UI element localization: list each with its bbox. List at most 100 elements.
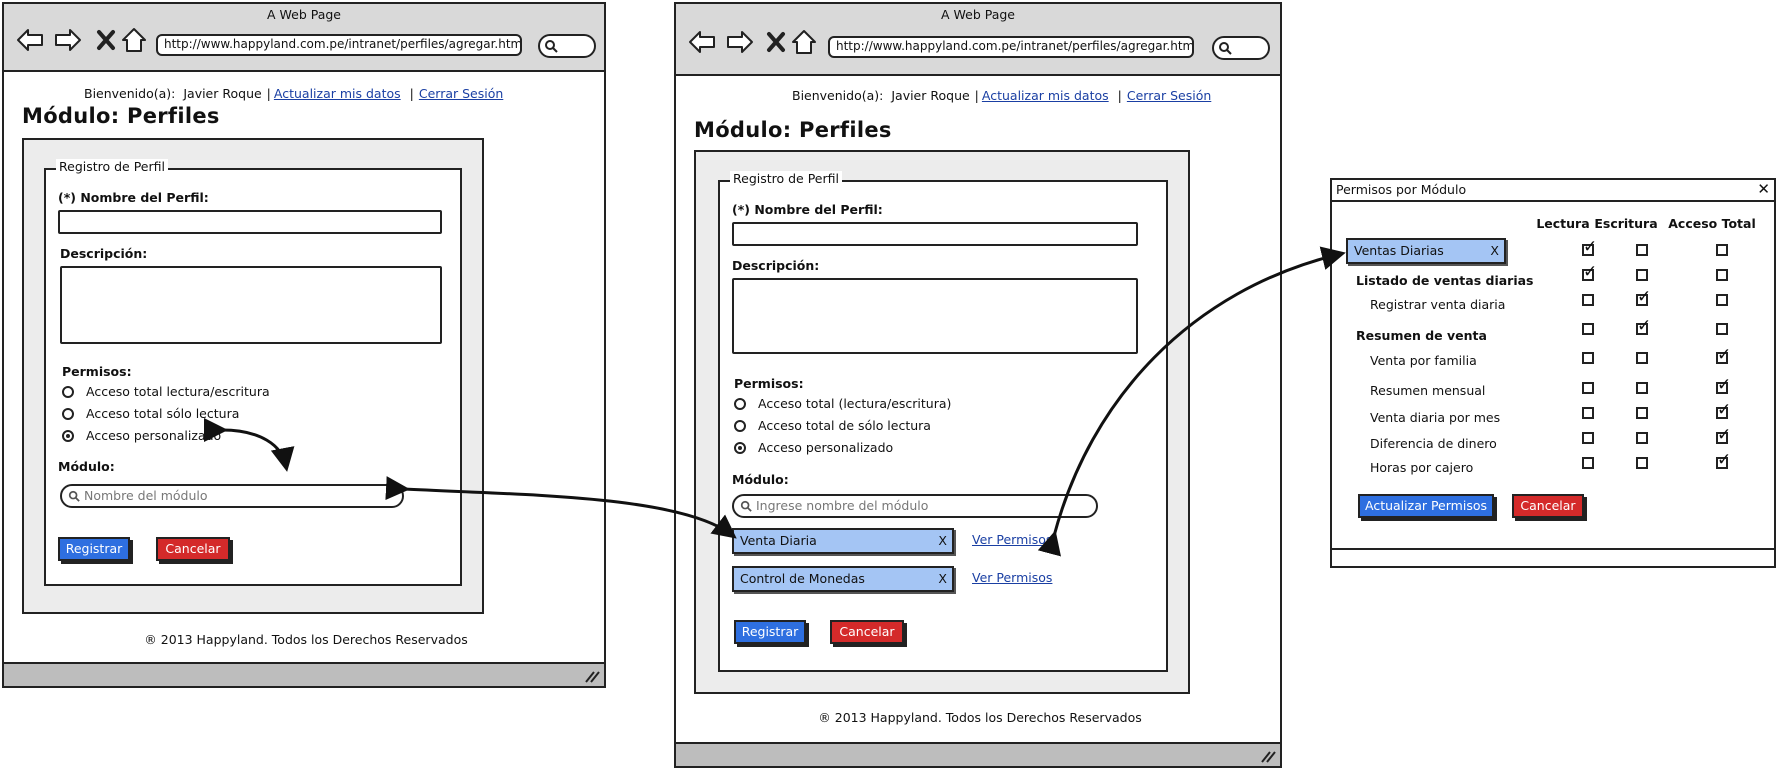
permission-checkbox-total[interactable] <box>1716 425 1731 445</box>
cancel-button[interactable]: Cancelar <box>156 537 230 561</box>
logout-link[interactable]: Cerrar Sesión <box>419 86 503 101</box>
profile-name-input[interactable] <box>58 210 442 234</box>
radio-label: Acceso personalizado <box>86 428 222 443</box>
radio-button[interactable] <box>62 385 74 398</box>
description-textarea[interactable] <box>60 266 442 344</box>
view-permissions-link[interactable]: Ver Permisos <box>972 532 1052 547</box>
radio-button-selected[interactable] <box>734 441 746 454</box>
radio-label: Acceso total (lectura/escritura) <box>758 396 952 411</box>
close-icon[interactable]: ✕ <box>1757 180 1770 198</box>
permission-checkbox-escritura[interactable] <box>1636 457 1648 469</box>
permission-checkbox-escritura[interactable] <box>1636 287 1651 307</box>
dialog-cancel-button[interactable]: Cancelar <box>1512 494 1584 518</box>
permission-checkbox-escritura[interactable] <box>1636 352 1648 364</box>
module-search-placeholder: Ingrese nombre del módulo <box>756 498 929 513</box>
update-profile-link[interactable]: Actualizar mis datos <box>274 86 401 101</box>
permission-checkbox-lectura[interactable] <box>1582 407 1594 419</box>
update-permissions-button[interactable]: Actualizar Permisos <box>1358 494 1494 518</box>
dialog-title-bar: Permisos por Módulo ✕ <box>1332 180 1774 202</box>
module-search-placeholder: Nombre del módulo <box>84 488 208 503</box>
permission-checkbox-escritura[interactable] <box>1636 269 1648 281</box>
permission-checkbox-escritura[interactable] <box>1636 244 1648 256</box>
remove-module-button[interactable]: X <box>938 533 947 548</box>
stop-icon[interactable] <box>762 28 790 56</box>
module-tag-label: Venta Diaria <box>740 533 817 548</box>
column-header-acceso-total: Acceso Total <box>1668 216 1756 231</box>
home-icon[interactable] <box>790 28 818 56</box>
forward-arrow-icon[interactable] <box>726 28 754 56</box>
permission-checkbox-total[interactable] <box>1716 345 1731 365</box>
permission-checkbox-escritura[interactable] <box>1636 407 1648 419</box>
welcome-bar: Bienvenido(a): Javier Roque | Actualizar … <box>792 88 1211 103</box>
radio-button[interactable] <box>734 419 746 432</box>
radio-total-read[interactable]: Acceso total de sólo lectura <box>734 418 931 433</box>
permission-checkbox-total[interactable] <box>1716 294 1728 306</box>
resize-grip-icon[interactable] <box>1260 749 1276 763</box>
logout-link[interactable]: Cerrar Sesión <box>1127 88 1211 103</box>
module-tag-ventas-diarias: Ventas Diarias X <box>1346 238 1506 264</box>
permission-checkbox-total[interactable] <box>1716 450 1731 470</box>
permission-row-label: Venta por familia <box>1370 353 1477 368</box>
browser-search-box[interactable] <box>1212 36 1270 60</box>
footer-text: ® 2013 Happyland. Todos los Derechos Res… <box>144 632 468 647</box>
radio-custom[interactable]: Acceso personalizado <box>734 440 893 455</box>
user-name: Javier Roque <box>891 88 970 103</box>
radio-button-selected[interactable] <box>62 429 74 442</box>
dialog-bottom-divider <box>1332 548 1774 550</box>
module-search-input[interactable]: Nombre del módulo <box>60 484 404 508</box>
permission-checkbox-total[interactable] <box>1716 269 1728 281</box>
permission-checkbox-lectura[interactable] <box>1582 457 1594 469</box>
browser-search-box[interactable] <box>538 34 596 58</box>
back-arrow-icon[interactable] <box>16 26 44 54</box>
permission-checkbox-lectura[interactable] <box>1582 432 1594 444</box>
radio-custom[interactable]: Acceso personalizado <box>62 428 221 443</box>
permission-checkbox-total[interactable] <box>1716 400 1731 420</box>
permission-checkbox-escritura[interactable] <box>1636 432 1648 444</box>
welcome-prefix: Bienvenido(a): <box>792 88 884 103</box>
permission-checkbox-escritura[interactable] <box>1636 382 1648 394</box>
permission-checkbox-lectura[interactable] <box>1582 382 1594 394</box>
radio-total-rw[interactable]: Acceso total lectura/escritura <box>62 384 270 399</box>
module-tag-venta-diaria: Venta Diaria X <box>732 528 954 554</box>
permission-checkbox-lectura[interactable] <box>1582 323 1594 335</box>
forward-arrow-icon[interactable] <box>54 26 82 54</box>
update-profile-link[interactable]: Actualizar mis datos <box>982 88 1109 103</box>
permission-checkbox-lectura[interactable] <box>1582 262 1597 282</box>
radio-button[interactable] <box>62 407 74 420</box>
profile-name-input[interactable] <box>732 222 1138 246</box>
register-button[interactable]: Registrar <box>734 620 806 644</box>
permission-checkbox-lectura[interactable] <box>1582 294 1594 306</box>
radio-total-rw[interactable]: Acceso total (lectura/escritura) <box>734 396 951 411</box>
stop-icon[interactable] <box>92 26 120 54</box>
resize-grip-icon[interactable] <box>584 669 600 683</box>
address-bar[interactable]: http://www.happyland.com.pe/intranet/per… <box>828 36 1194 58</box>
description-label: Descripción: <box>60 246 148 261</box>
user-name: Javier Roque <box>183 86 262 101</box>
permission-checkbox-total[interactable] <box>1716 323 1728 335</box>
permission-row-label: Resumen mensual <box>1370 383 1486 398</box>
permission-checkbox-lectura[interactable] <box>1582 237 1597 257</box>
separator: | <box>266 86 271 101</box>
module-search-input[interactable]: Ingrese nombre del módulo <box>732 494 1098 518</box>
browser-title: A Web Page <box>940 7 1015 22</box>
permission-checkbox-total[interactable] <box>1716 375 1731 395</box>
permissions-label: Permisos: <box>734 376 804 391</box>
back-arrow-icon[interactable] <box>688 28 716 56</box>
permission-row-label: Resumen de venta <box>1356 328 1487 343</box>
register-button[interactable]: Registrar <box>58 537 130 561</box>
remove-module-button[interactable]: X <box>938 571 947 586</box>
welcome-bar: Bienvenido(a): Javier Roque | Actualizar … <box>84 86 503 101</box>
permission-checkbox-lectura[interactable] <box>1582 352 1594 364</box>
radio-button[interactable] <box>734 397 746 410</box>
view-permissions-link[interactable]: Ver Permisos <box>972 570 1052 585</box>
module-label: Módulo: <box>732 472 789 487</box>
permission-checkbox-total[interactable] <box>1716 244 1728 256</box>
browser-window-left: A Web Page http://www.happyland.com.pe/i… <box>2 2 606 688</box>
address-bar[interactable]: http://www.happyland.com.pe/intranet/per… <box>156 34 522 56</box>
permission-checkbox-escritura[interactable] <box>1636 316 1651 336</box>
description-textarea[interactable] <box>732 278 1138 354</box>
cancel-button[interactable]: Cancelar <box>830 620 904 644</box>
home-icon[interactable] <box>120 26 148 54</box>
radio-total-read[interactable]: Acceso total sólo lectura <box>62 406 239 421</box>
remove-module-button[interactable]: X <box>1490 243 1499 258</box>
